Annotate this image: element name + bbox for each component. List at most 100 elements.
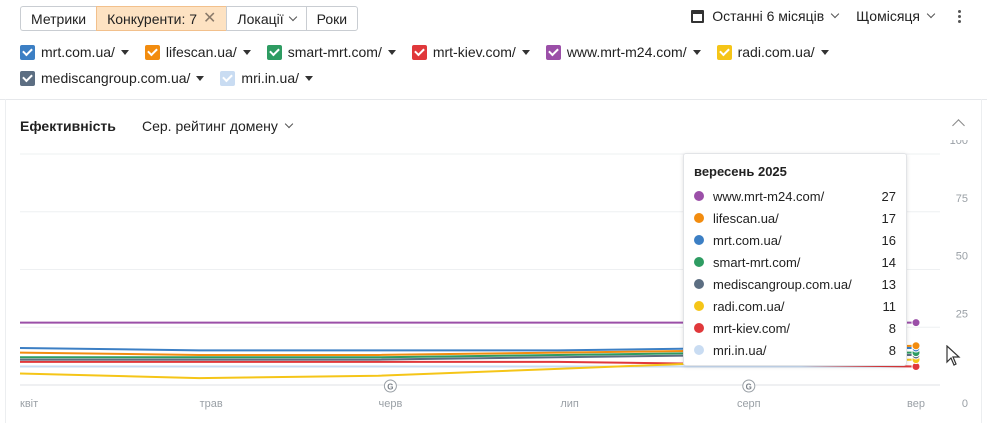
legend-item[interactable]: mrt.com.ua/ [20,44,129,60]
x-tick-label: лип [560,398,579,410]
locations-dropdown[interactable]: Локації [226,6,306,31]
tooltip-series-name: mrt.com.ua/ [713,232,782,248]
chevron-down-icon [926,9,936,19]
caret-down-icon[interactable] [692,49,701,55]
caret-down-icon[interactable] [242,49,251,55]
x-tick-label: вер [907,398,925,410]
tooltip-series-value: 8 [888,342,896,358]
x-tick-label: серп [737,398,761,410]
years-label: Роки [316,10,348,27]
chevron-down-icon [288,12,297,21]
tooltip-series-value: 8 [888,320,896,336]
legend-label: www.mrt-m24.com/ [566,44,687,60]
metric-dropdown[interactable]: Сер. рейтинг домену [142,118,294,134]
tooltip-row: lifescan.ua/17 [694,207,896,229]
caret-down-icon[interactable] [521,49,530,55]
legend-item[interactable]: smart-mrt.com/ [266,44,396,60]
filter-toolbar: Метрики Конкуренти: 7 ✕ Локації Роки [20,6,359,31]
series-dot [694,345,704,355]
series-end-point [911,341,921,351]
series-dot [694,279,704,289]
tooltip-series-value: 27 [881,188,896,204]
chart-tooltip: вересень 2025 www.mrt-m24.com/27 lifescan… [683,153,907,366]
annotation-label: G [746,383,752,392]
checkbox-icon[interactable] [20,44,35,60]
mouse-cursor-icon [946,345,961,366]
legend-label: smart-mrt.com/ [287,44,382,60]
y-tick-label: 0 [962,398,968,410]
tooltip-series-value: 16 [881,232,896,248]
checkbox-icon[interactable] [20,70,35,86]
legend-label: mrt-kiev.com/ [432,44,516,60]
tooltip-row: mri.in.ua/8 [694,339,896,361]
legend-label: mediscangroup.com.ua/ [41,70,191,86]
tooltip-series-name: smart-mrt.com/ [713,254,801,270]
x-tick-label: черв [378,398,402,410]
metrics-button[interactable]: Метрики [20,6,97,31]
caret-down-icon[interactable] [120,49,129,55]
tooltip-series-value: 11 [882,298,897,314]
legend-item[interactable]: radi.com.ua/ [716,44,829,60]
tooltip-series-name: mri.in.ua/ [713,342,767,358]
locations-label: Локації [237,10,284,27]
legend-label: lifescan.ua/ [165,44,237,60]
legend-item[interactable]: www.mrt-m24.com/ [545,44,701,60]
tooltip-row: mediscangroup.com.ua/13 [694,273,896,295]
close-icon[interactable]: ✕ [203,10,216,27]
caret-down-icon[interactable] [820,49,829,55]
legend-label: radi.com.ua/ [737,44,815,60]
period-dropdown[interactable]: Останні 6 місяців [691,8,840,24]
section-title: Ефективність [20,118,116,134]
y-tick-label: 100 [950,140,968,147]
tooltip-series-name: www.mrt-m24.com/ [713,188,825,204]
series-dot [694,213,704,223]
years-button[interactable]: Роки [305,6,359,31]
legend-item[interactable]: mri.in.ua/ [220,70,313,86]
legend-label: mri.in.ua/ [241,70,299,86]
legend-item[interactable]: lifescan.ua/ [144,44,251,60]
tooltip-title: вересень 2025 [694,164,787,179]
tooltip-row: mrt.com.ua/16 [694,229,896,251]
metrics-label: Метрики [31,10,87,27]
checkbox-icon[interactable] [411,44,427,60]
more-options-icon[interactable] [952,9,967,23]
metric-label: Сер. рейтинг домену [142,118,278,134]
competitors-button[interactable]: Конкуренти: 7 ✕ [96,6,227,31]
competitors-label: Конкуренти: 7 [107,10,198,27]
chevron-down-icon [284,119,294,129]
y-tick-label: 50 [956,251,968,263]
competitor-legend: mrt.com.ua/lifescan.ua/smart-mrt.com/mrt… [20,44,880,86]
x-tick-label: трав [200,398,223,410]
x-tick-label: квіт [20,398,38,410]
caret-down-icon[interactable] [305,75,313,81]
y-tick-label: 75 [956,193,968,205]
checkbox-icon[interactable] [716,44,732,60]
tooltip-series-name: mediscangroup.com.ua/ [713,276,852,292]
caret-down-icon[interactable] [196,75,205,81]
period-label: Останні 6 місяців [712,8,825,24]
y-tick-label: 25 [956,308,968,320]
series-end-point [911,318,921,328]
legend-item[interactable]: mediscangroup.com.ua/ [20,70,205,86]
annotation-label: G [387,383,393,392]
tooltip-row: mrt-kiev.com/8 [694,317,896,339]
checkbox-icon[interactable] [220,70,236,86]
tooltip-series-name: lifescan.ua/ [713,210,779,226]
granularity-label: Щомісяця [856,8,920,24]
legend-label: mrt.com.ua/ [41,44,115,60]
caret-down-icon[interactable] [387,49,396,55]
checkbox-icon[interactable] [144,44,160,60]
series-dot [694,191,704,201]
calendar-icon [691,9,705,23]
tooltip-series-value: 14 [881,254,896,270]
header-controls: Останні 6 місяців Щомісяця [691,8,967,24]
series-dot [694,235,704,245]
series-dot [694,301,704,311]
checkbox-icon[interactable] [266,44,282,60]
checkbox-icon[interactable] [545,44,561,60]
legend-item[interactable]: mrt-kiev.com/ [411,44,530,60]
tooltip-series-name: mrt-kiev.com/ [713,320,791,336]
granularity-dropdown[interactable]: Щомісяця [856,8,936,24]
tooltip-row: radi.com.ua/11 [694,295,896,317]
chevron-down-icon [830,9,840,19]
